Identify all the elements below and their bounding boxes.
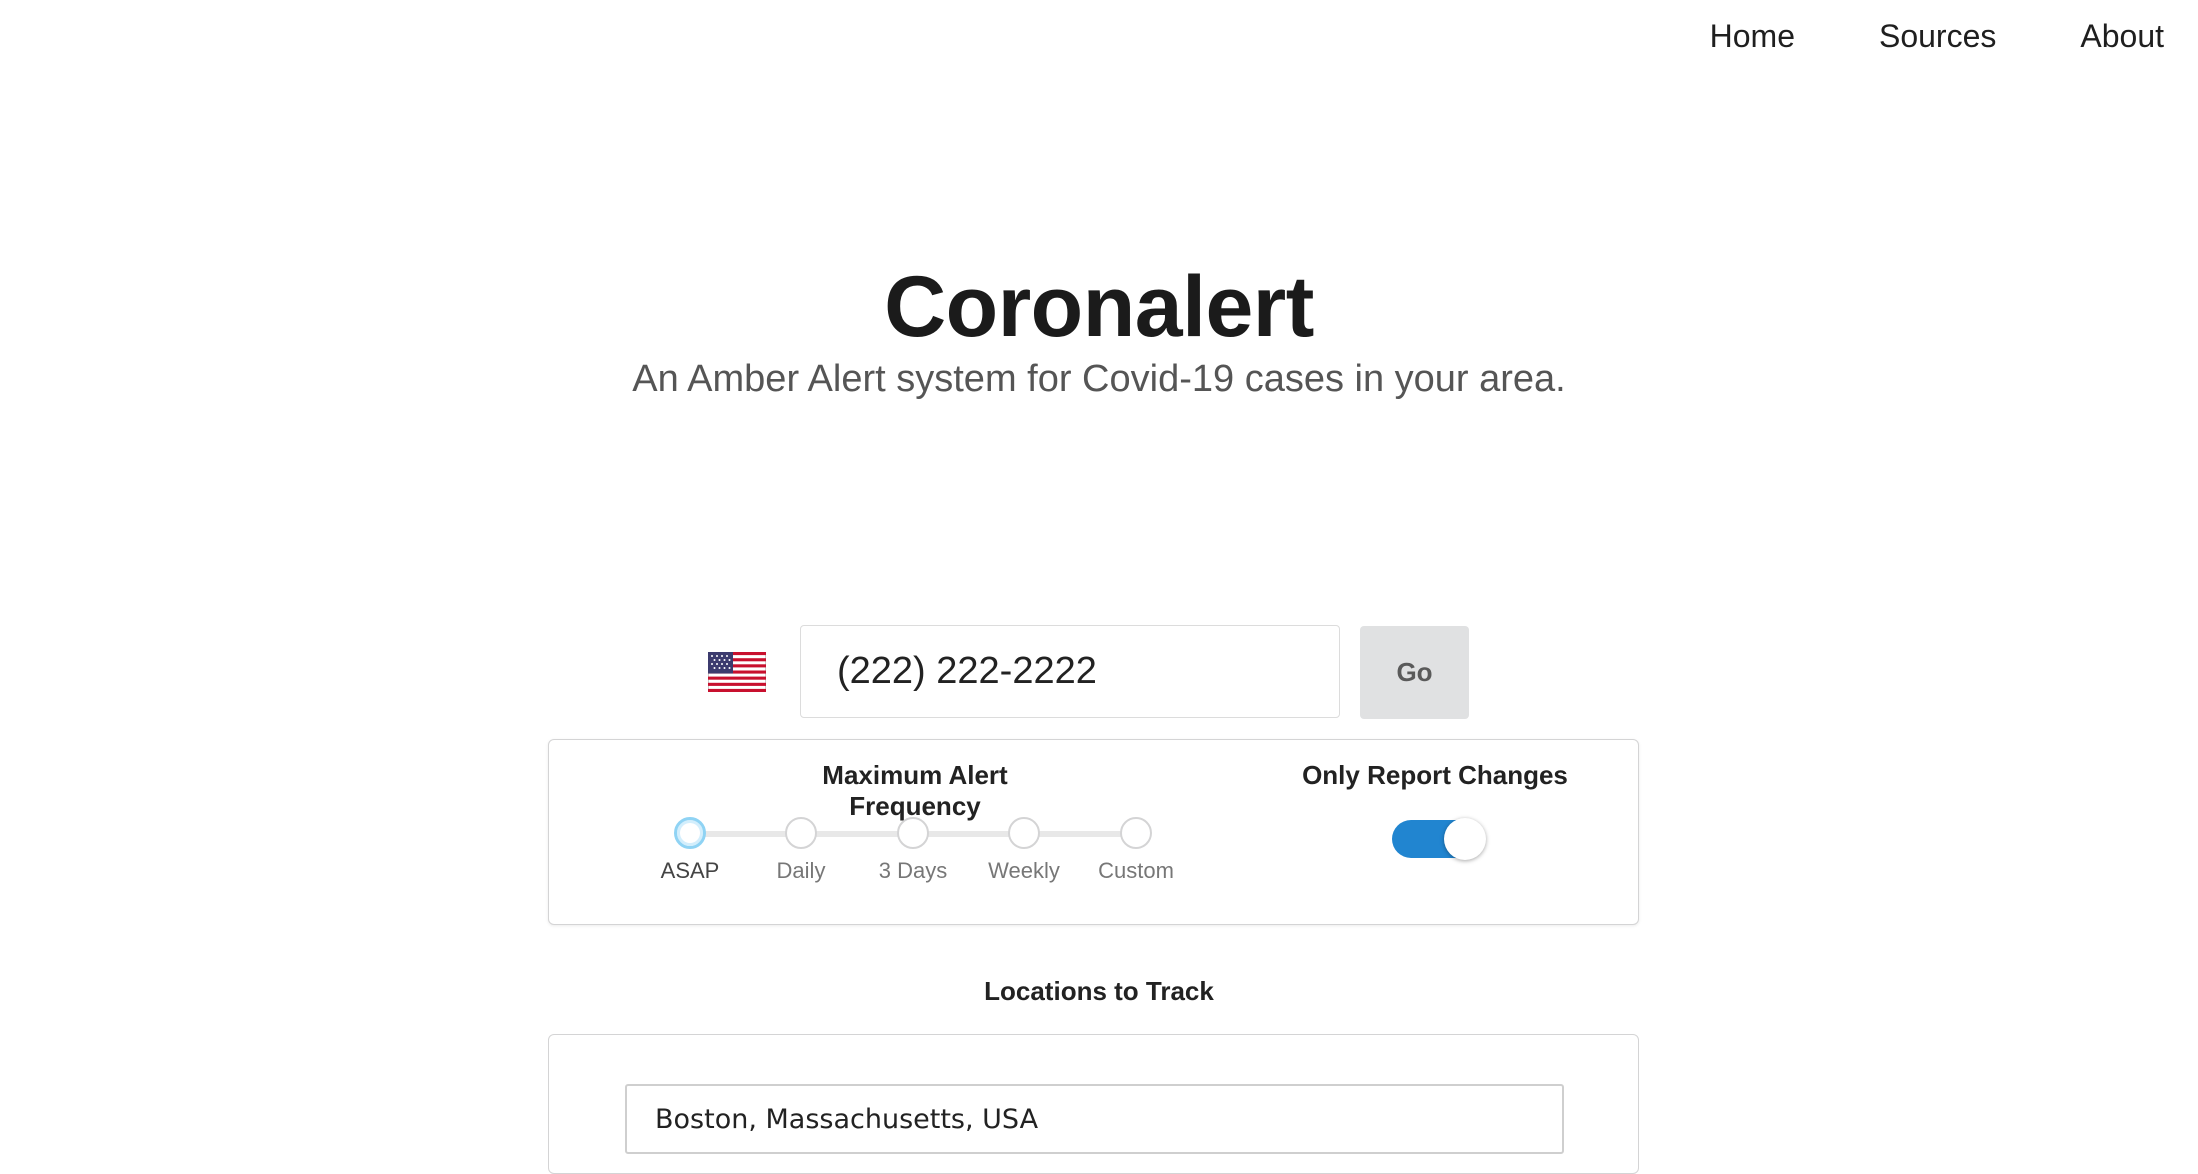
page-title: Coronalert [884,259,1314,355]
frequency-label: Maximum Alert Frequency [822,760,1008,821]
frequency-option-label: ASAP [660,858,720,883]
locations-label: Locations to Track [984,976,1214,1006]
frequency-step-3-days[interactable] [897,817,929,849]
frequency-step-asap[interactable] [674,817,706,849]
only-report-changes-label: Only Report Changes [1302,760,1568,790]
top-nav: Home Sources About [1710,18,2164,55]
nav-sources-link[interactable]: Sources [1879,18,1996,55]
page-subtitle: An Amber Alert system for Covid-19 cases… [632,358,1566,400]
frequency-step-daily[interactable] [785,817,817,849]
toggle-knob[interactable] [1444,818,1486,860]
frequency-option-label: Daily [776,858,826,883]
frequency-option-label: Custom [1098,858,1174,883]
go-button[interactable]: Go [1360,626,1469,719]
nav-about-link[interactable]: About [2080,18,2164,55]
frequency-option-label: Weekly [988,858,1060,883]
location-input[interactable] [625,1084,1564,1154]
nav-home-link[interactable]: Home [1710,18,1795,55]
frequency-option-label: 3 Days [878,858,948,883]
us-flag-icon[interactable] [708,652,766,692]
frequency-step-custom[interactable] [1120,817,1152,849]
phone-input[interactable] [800,625,1340,718]
frequency-step-weekly[interactable] [1008,817,1040,849]
